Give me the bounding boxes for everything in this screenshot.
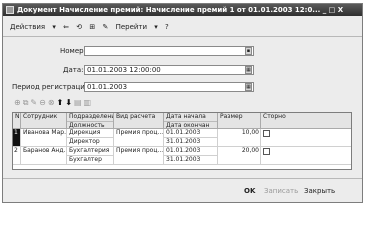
storno-checkbox[interactable] [263, 130, 270, 137]
move-up-icon[interactable]: ⬆ [57, 98, 66, 107]
footer-separator [3, 178, 362, 179]
ok-button[interactable]: OK [244, 186, 255, 196]
sort-desc-icon[interactable]: ▥ [84, 98, 94, 107]
row-dept[interactable]: Дирекция [67, 129, 114, 138]
header-date-end: Дата окончан [166, 122, 210, 129]
window-icon [6, 6, 14, 14]
date-calendar-icon[interactable]: ▦ [245, 66, 252, 74]
row-date-start[interactable]: 01.01.2003 [164, 129, 218, 138]
row-employee[interactable]: Иванова Мар... [21, 129, 67, 147]
header-size: Размер [218, 113, 261, 129]
row-calc-type[interactable]: Премия проц... [114, 129, 164, 147]
header-date-start: Дата начала [164, 113, 217, 122]
post-icon[interactable]: ✎ [102, 23, 108, 31]
goto-menu[interactable]: Перейти ▾ [116, 23, 158, 31]
header-n: N [13, 113, 21, 129]
period-calendar-icon[interactable]: ▦ [245, 83, 252, 91]
storno-checkbox[interactable] [263, 148, 270, 155]
title-bar: Документ Начисление премий: Начисление п… [3, 4, 362, 16]
header-dates: Дата начала Дата окончан [164, 113, 218, 129]
period-label: Период регистрации: [12, 83, 92, 91]
header-position: Должность [69, 122, 105, 129]
structure-icon[interactable]: ⊞ [89, 23, 95, 31]
close-button[interactable]: Закрыть [304, 186, 335, 196]
row-size[interactable]: 20,00 [218, 147, 261, 165]
row-storno-cell [261, 129, 351, 147]
delete-row-icon[interactable]: ⊖ [39, 98, 48, 107]
number-field[interactable] [84, 46, 254, 56]
period-field[interactable]: 01.01.2003 [84, 82, 254, 92]
toolbar: Действия ▾ ⇐ ⟲ ⊞ ✎ Перейти ▾ ? [10, 20, 174, 34]
row-storno-cell [261, 147, 351, 165]
grid-toolbar: ⊕⧉✎⊖⊗⬆⬇▤▥ [14, 98, 93, 108]
move-down-icon[interactable]: ⬇ [65, 98, 74, 107]
window-title: Документ Начисление премий: Начисление п… [17, 6, 344, 14]
end-edit-icon[interactable]: ⊗ [48, 98, 57, 107]
number-label: Номер: [60, 47, 86, 55]
edit-row-icon[interactable]: ✎ [30, 98, 39, 107]
row-date-end[interactable]: 31.01.2003 [164, 138, 218, 147]
row-size[interactable]: 10,00 [218, 129, 261, 147]
row-dept[interactable]: Бухгалтерия [67, 147, 114, 156]
table-row-number[interactable]: 2 [13, 147, 21, 165]
number-select-icon[interactable]: ▪ [245, 47, 252, 55]
row-position[interactable]: Директор [67, 138, 114, 147]
header-dept-position: Подразделение Должность [67, 113, 114, 129]
save-button[interactable]: Записать [264, 186, 298, 196]
toolbar-separator [3, 36, 362, 37]
date-field[interactable]: 01.01.2003 12:00:00 [84, 65, 254, 75]
header-calc-type: Вид расчета [114, 113, 164, 129]
refresh-icon[interactable]: ⟲ [76, 23, 82, 31]
header-storno: Сторно [261, 113, 351, 129]
row-date-start[interactable]: 01.01.2003 [164, 147, 218, 156]
sort-asc-icon[interactable]: ▤ [74, 98, 84, 107]
row-date-end[interactable]: 31.01.2003 [164, 156, 218, 165]
row-employee[interactable]: Баранов Анд... [21, 147, 67, 165]
date-label: Дата: [63, 66, 84, 74]
actions-menu[interactable]: Действия ▾ [10, 23, 56, 31]
table-row-number[interactable]: 1 [13, 129, 21, 147]
row-position[interactable]: Бухгалтер [67, 156, 114, 165]
add-row-icon[interactable]: ⊕ [14, 98, 23, 107]
back-icon[interactable]: ⇐ [63, 23, 69, 31]
row-calc-type[interactable]: Премия проц... [114, 147, 164, 165]
header-employee: Сотрудник [21, 113, 67, 129]
header-dept: Подразделение [67, 113, 114, 122]
help-button[interactable]: ? [165, 23, 169, 31]
accruals-table: N Сотрудник Подразделение Должность Вид … [12, 112, 352, 170]
